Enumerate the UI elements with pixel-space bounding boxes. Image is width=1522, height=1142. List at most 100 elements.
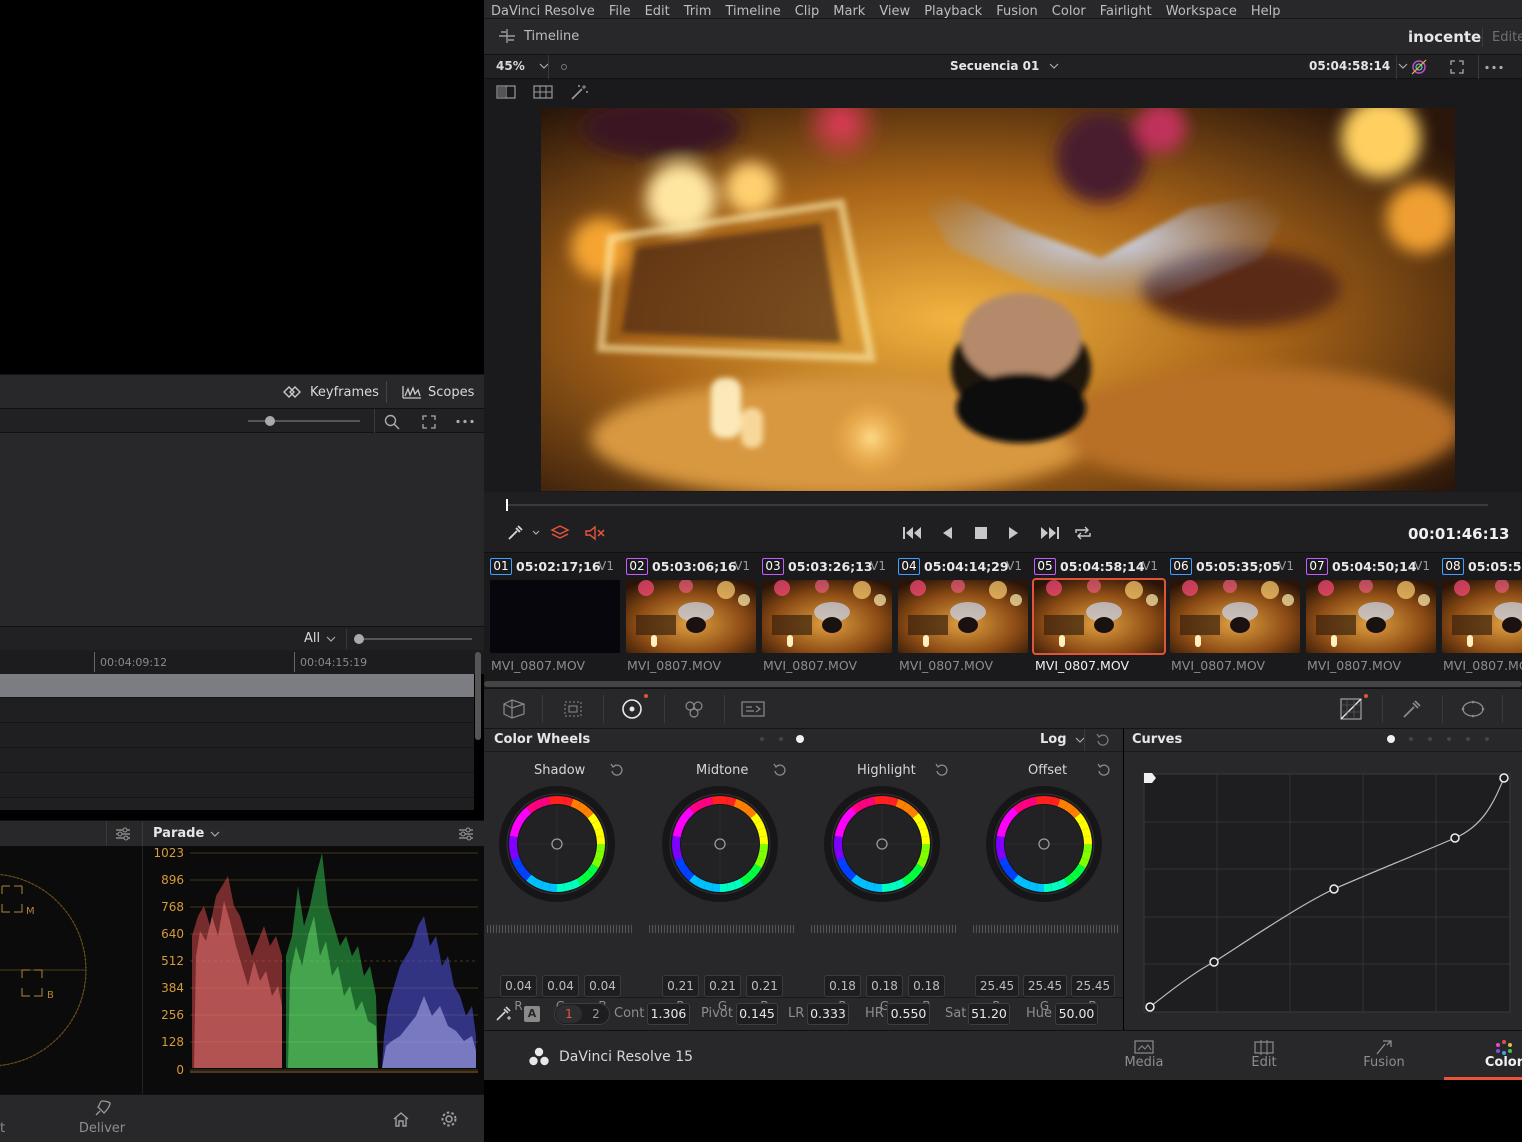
page-dot[interactable] [1447, 737, 1451, 741]
pivot-value[interactable]: 0.145 [736, 1003, 778, 1025]
highlight-r-value[interactable]: 0.18 [824, 975, 861, 997]
shadow-r-value[interactable]: 0.04 [500, 975, 537, 997]
gallery-grid-icon[interactable] [533, 85, 553, 99]
loop-icon[interactable] [1073, 524, 1093, 542]
fusion-page-button[interactable]: Fusion [1324, 1031, 1444, 1081]
keyframe-track[interactable] [0, 699, 474, 723]
more-icon[interactable] [456, 419, 474, 424]
curve-point[interactable] [1329, 884, 1339, 894]
wheel-mode-dropdown[interactable]: Log [1040, 732, 1085, 747]
playhead[interactable] [506, 499, 508, 511]
highlight-g-value[interactable]: 0.18 [866, 975, 903, 997]
highlight-mode-icon[interactable] [1410, 58, 1428, 76]
clip-03[interactable]: 03 05:03:26;13 V1 MVI_0807.MOV [756, 553, 892, 683]
deliver-page-button[interactable]: Deliver [72, 1099, 132, 1139]
clip-05-selected[interactable]: 05 05:04:58;14 V1 MVI_0807.MOV [1028, 553, 1166, 683]
highlight-wheel[interactable] [823, 785, 941, 903]
mute-icon[interactable] [584, 524, 606, 542]
clip-08[interactable]: 08 05:05:57 MVI_0807.MC [1436, 553, 1522, 683]
page-dot[interactable] [1409, 737, 1413, 741]
keyframe-zoom-track[interactable] [356, 638, 472, 640]
curve-point[interactable] [1209, 957, 1219, 967]
qualifier-eyedropper-icon[interactable] [1402, 699, 1422, 719]
midtone-g-value[interactable]: 0.21 [704, 975, 741, 997]
page-dot[interactable] [1428, 737, 1432, 741]
keyframe-track[interactable] [0, 774, 474, 798]
auto-balance-button[interactable]: A [524, 1006, 540, 1022]
expand-icon[interactable] [421, 414, 437, 430]
timeline-toggle[interactable]: Timeline [498, 28, 579, 44]
shadow-g-value[interactable]: 0.04 [542, 975, 579, 997]
reset-wheel-icon[interactable] [610, 763, 624, 777]
scrubber-track[interactable] [506, 504, 1488, 506]
reverse-play-icon[interactable] [940, 525, 954, 541]
eyedropper-dropdown-icon[interactable] [506, 524, 540, 542]
saturation-value[interactable]: 51.20 [968, 1003, 1010, 1025]
camera-raw-icon[interactable] [500, 698, 528, 720]
curves-icon[interactable] [1340, 698, 1362, 720]
skip-to-start-icon[interactable] [902, 525, 924, 541]
keyframe-track-master[interactable] [0, 674, 474, 698]
reset-all-icon[interactable] [1096, 733, 1110, 747]
lr-value[interactable]: 0.333 [807, 1003, 849, 1025]
offset-master-slider[interactable] [973, 925, 1119, 933]
keyframes-tab[interactable]: Keyframes [282, 382, 379, 402]
scope-mode-dropdown[interactable]: Parade [153, 826, 220, 841]
offset-g-value[interactable]: 25.45 [1023, 975, 1067, 997]
keyframe-track[interactable] [0, 749, 474, 773]
clips-scrollbar[interactable] [484, 681, 1522, 687]
page-dot[interactable] [1466, 737, 1470, 741]
more-icon[interactable] [1485, 65, 1503, 70]
offset-wheel[interactable] [985, 785, 1103, 903]
clip-02[interactable]: 02 05:03:06;16 V1 MVI_0807.MOV [620, 553, 756, 683]
zoom-dropdown[interactable]: 45% [496, 59, 549, 73]
page-dot-active[interactable] [796, 735, 804, 743]
page-1-button[interactable]: 1 [556, 1005, 582, 1023]
stop-icon[interactable] [974, 526, 988, 540]
clip-04[interactable]: 04 05:04:14;29 V1 MVI_0807.MOV [892, 553, 1028, 683]
clip-06[interactable]: 06 05:05:35;05 V1 MVI_0807.MOV [1164, 553, 1300, 683]
midtone-master-slider[interactable] [649, 925, 795, 933]
page-2-button[interactable]: 2 [583, 1005, 609, 1023]
hr-value[interactable]: 0.550 [887, 1003, 930, 1025]
curve-point[interactable] [1450, 833, 1460, 843]
keyframe-zoom-handle[interactable] [354, 634, 364, 644]
page-dot-active[interactable] [1387, 735, 1395, 743]
auto-balance-picker-icon[interactable] [495, 1006, 513, 1022]
sequence-dropdown[interactable]: Secuencia 01 [950, 59, 1059, 73]
midtone-wheel[interactable] [661, 785, 779, 903]
split-screen-icon[interactable] [496, 85, 516, 99]
reset-wheel-icon[interactable] [1097, 763, 1111, 777]
midtone-r-value[interactable]: 0.21 [662, 975, 699, 997]
color-wheels-icon[interactable] [621, 698, 643, 720]
fullscreen-icon[interactable] [1449, 59, 1465, 75]
media-page-button[interactable]: Media [1084, 1031, 1204, 1081]
play-icon[interactable] [1007, 525, 1021, 541]
color-page-button-active[interactable]: Color [1444, 1031, 1522, 1080]
clip-01[interactable]: 01 05:02:17;16 V1 MVI_0807.MOV [484, 553, 620, 683]
magic-wand-icon[interactable] [570, 83, 590, 101]
rgb-mixer-icon[interactable] [682, 699, 706, 719]
reset-wheel-icon[interactable] [935, 763, 949, 777]
page-dot[interactable] [1485, 737, 1489, 741]
edit-page-button[interactable]: Edit [1204, 1031, 1324, 1081]
highlight-b-value[interactable]: 0.18 [908, 975, 945, 997]
midtone-b-value[interactable]: 0.21 [746, 975, 783, 997]
shadow-wheel[interactable] [498, 785, 616, 903]
wheel-page-toggle[interactable]: 1 2 [554, 1003, 610, 1025]
offset-r-value[interactable]: 25.45 [975, 975, 1019, 997]
curve-editor[interactable] [1140, 769, 1514, 1019]
motion-effects-icon[interactable] [740, 699, 766, 719]
offset-b-value[interactable]: 25.45 [1071, 975, 1115, 997]
gear-icon[interactable] [440, 1110, 458, 1128]
keyframe-scrollbar[interactable] [475, 652, 481, 740]
clip-07[interactable]: 07 05:04:50;14 V1 MVI_0807.MOV [1300, 553, 1436, 683]
shadow-master-slider[interactable] [487, 925, 633, 933]
keyframe-track[interactable] [0, 724, 474, 748]
reset-wheel-icon[interactable] [773, 763, 787, 777]
highlight-master-slider[interactable] [811, 925, 957, 933]
filter-dropdown[interactable]: All [304, 631, 336, 646]
search-icon[interactable] [384, 414, 400, 430]
scope-settings-icon[interactable] [115, 826, 131, 842]
shadow-b-value[interactable]: 0.04 [584, 975, 621, 997]
